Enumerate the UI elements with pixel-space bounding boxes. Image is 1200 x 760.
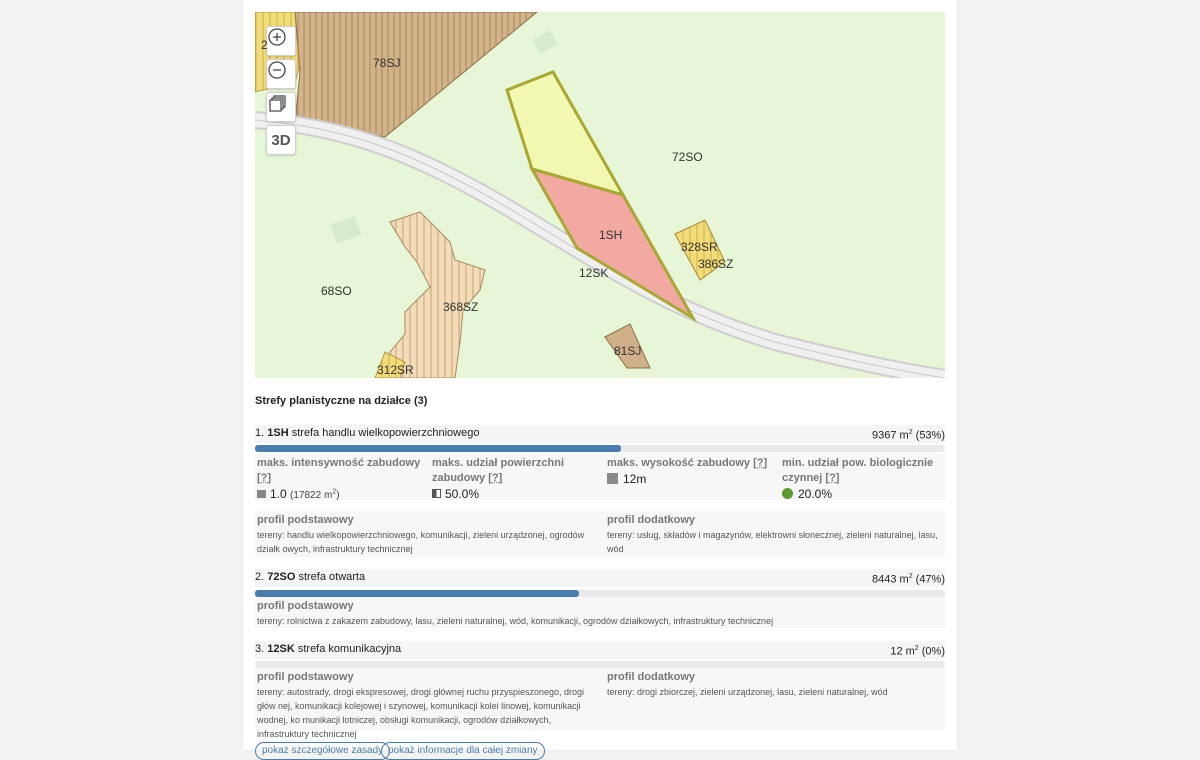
zone-profiles: profil podstawowy tereny: handlu wielkop…: [255, 511, 945, 557]
help-link[interactable]: [?]: [825, 472, 839, 484]
zone-number: 1.: [255, 427, 265, 439]
zone-label-72so[interactable]: 72SO: [672, 150, 703, 164]
zone-description: strefa handlu wielkopowierzchniowego: [291, 427, 480, 439]
plot-details-card: 3D 2 78SJ 72SO 1SH 328SR 386SZ 12SK 68SO…: [243, 0, 957, 760]
show-change-info-button[interactable]: pokaż informacje dla całej zmiany: [381, 742, 545, 760]
param-intensity: maks. intensywność zabudowy [?] 1.0 (1782…: [257, 457, 421, 501]
show-rules-button[interactable]: pokaż szczegółowe zasady: [255, 742, 391, 760]
zone-profiles: profil podstawowy tereny: rolnictwa z za…: [255, 597, 945, 628]
zone-share-bar: [255, 590, 945, 597]
help-link[interactable]: [?]: [753, 457, 767, 469]
zoom-out-button[interactable]: [266, 59, 296, 89]
zone-profiles: profil podstawowy tereny: autostrady, dr…: [255, 668, 945, 739]
tree-icon: [782, 488, 793, 499]
zoom-in-icon: [268, 28, 286, 46]
profile-basic: profil podstawowy tereny: handlu wielkop…: [257, 514, 585, 554]
zone-area: 8443 m2 (47%): [871, 573, 945, 586]
zone-header-1: 1. 1SH strefa handlu wielkopowierzchniow…: [255, 425, 945, 443]
zone-area: 12 m2 (0%): [890, 645, 945, 658]
zone-header-2: 2. 72SO strefa otwarta 8443 m2 (47%): [255, 569, 945, 587]
help-link[interactable]: [?]: [257, 472, 271, 484]
profile-extra: profil dodatkowy tereny: usług, składów …: [607, 514, 938, 554]
zone-name: 1. 1SH strefa handlu wielkopowierzchniow…: [255, 427, 479, 439]
zone-label-12sk[interactable]: 12SK: [579, 266, 608, 280]
zone-label-78sj[interactable]: 78SJ: [373, 56, 400, 70]
zone-header-3: 3. 12SK strefa komunikacyjna 12 m2 (0%): [255, 641, 945, 659]
zone-label-68so[interactable]: 68SO: [321, 284, 352, 298]
building-height-icon: [607, 473, 618, 484]
zone-label-partial: 2: [261, 38, 268, 52]
zone-label-81sj[interactable]: 81SJ: [614, 344, 641, 358]
param-biological: min. udział pow. biologicznie czynnej [?…: [782, 457, 934, 501]
param-coverage: maks. udział powierzchni zabudowy [?] 50…: [432, 457, 565, 501]
zone-label-386sz[interactable]: 386SZ: [698, 257, 733, 271]
zoning-map[interactable]: 3D 2 78SJ 72SO 1SH 328SR 386SZ 12SK 68SO…: [255, 12, 945, 378]
zone-name: 3. 12SK strefa komunikacyjna: [255, 643, 402, 655]
profile-extra: profil dodatkowy tereny: drogi zbiorczej…: [607, 671, 888, 697]
map-canvas[interactable]: [255, 12, 945, 378]
profile-basic: profil podstawowy tereny: autostrady, dr…: [257, 671, 585, 739]
layers-button[interactable]: [266, 92, 296, 122]
zone-share-fill: [255, 590, 580, 597]
param-height: maks. wysokość zabudowy [?] 12m: [607, 457, 768, 486]
zoom-out-icon: [268, 61, 286, 79]
zone-parameters: maks. intensywność zabudowy [?] 1.0 (1782…: [255, 453, 945, 501]
zone-share-bar: [255, 661, 945, 668]
zone-share-bar: [255, 445, 945, 452]
building-icon: [257, 490, 266, 498]
help-link[interactable]: [?]: [488, 472, 502, 484]
zone-area: 9367 m2 (53%): [871, 429, 945, 442]
zone-label-328sr[interactable]: 328SR: [681, 240, 718, 254]
zones-section-title: Strefy planistyczne na działce (3): [255, 395, 428, 407]
layers-icon: [269, 95, 286, 112]
profile-basic: profil podstawowy tereny: rolnictwa z za…: [257, 600, 774, 626]
zoom-in-button[interactable]: [266, 26, 296, 56]
3d-view-button[interactable]: 3D: [266, 125, 296, 155]
zone-name: 2. 72SO strefa otwarta: [255, 571, 366, 583]
coverage-icon: [432, 489, 441, 498]
zone-label-368sz[interactable]: 368SZ: [443, 300, 478, 314]
zone-label-312sr[interactable]: 312SR: [377, 363, 414, 377]
zone-share-fill: [255, 445, 621, 452]
zone-label-1sh[interactable]: 1SH: [599, 228, 622, 242]
zone-code: 1SH: [267, 427, 289, 439]
